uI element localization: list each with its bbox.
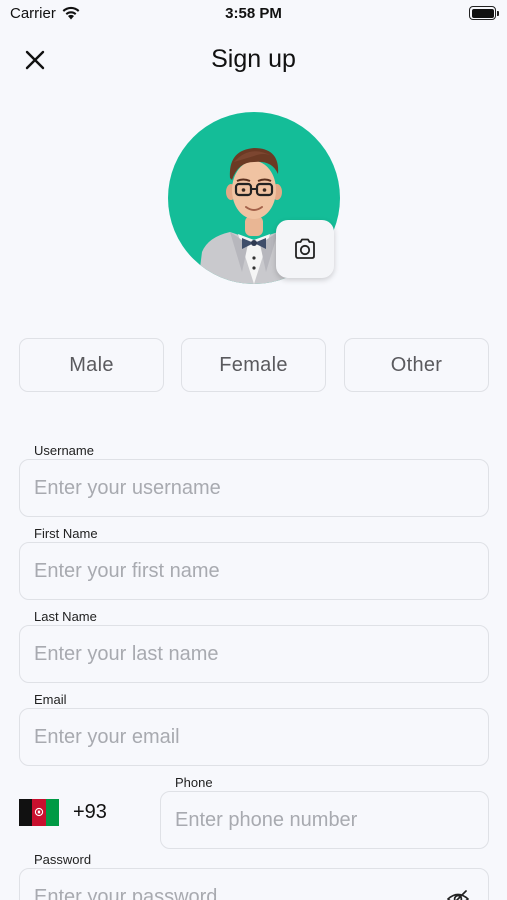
country-code-selector[interactable]: +93 [19, 798, 107, 826]
change-photo-button[interactable] [276, 220, 334, 278]
gender-other-button[interactable]: Other [344, 338, 489, 392]
password-label: Password [34, 852, 92, 867]
last-name-field-box [19, 625, 489, 683]
avatar-section [168, 112, 340, 284]
phone-label: Phone [175, 775, 213, 790]
password-input[interactable] [34, 869, 442, 900]
gender-male-button[interactable]: Male [19, 338, 164, 392]
last-name-input[interactable] [34, 626, 442, 682]
username-label: Username [34, 443, 94, 458]
first-name-input[interactable] [34, 543, 442, 599]
phone-input[interactable] [175, 792, 442, 848]
eye-off-icon [447, 890, 469, 900]
battery-icon [469, 6, 499, 21]
password-field-box [19, 868, 489, 900]
email-input[interactable] [34, 709, 442, 765]
first-name-label: First Name [34, 526, 98, 541]
username-field-box [19, 459, 489, 517]
phone-field-box [160, 791, 489, 849]
country-dial-code: +93 [73, 800, 107, 823]
status-time: 3:58 PM [225, 5, 282, 22]
username-input[interactable] [34, 460, 442, 516]
gender-female-button[interactable]: Female [181, 338, 326, 392]
afghanistan-flag-icon [19, 798, 59, 826]
camera-icon [295, 238, 315, 259]
status-bar: Carrier 3:58 PM [0, 0, 507, 30]
signup-screen: Carrier 3:58 PM Sign up Male Female Othe… [0, 0, 507, 900]
gender-selector: Male Female Other [19, 338, 489, 392]
email-label: Email [34, 692, 67, 707]
first-name-field-box [19, 542, 489, 600]
email-field-box [19, 708, 489, 766]
page-title: Sign up [211, 45, 296, 73]
last-name-label: Last Name [34, 609, 97, 624]
toggle-password-visibility-button[interactable] [446, 887, 470, 900]
